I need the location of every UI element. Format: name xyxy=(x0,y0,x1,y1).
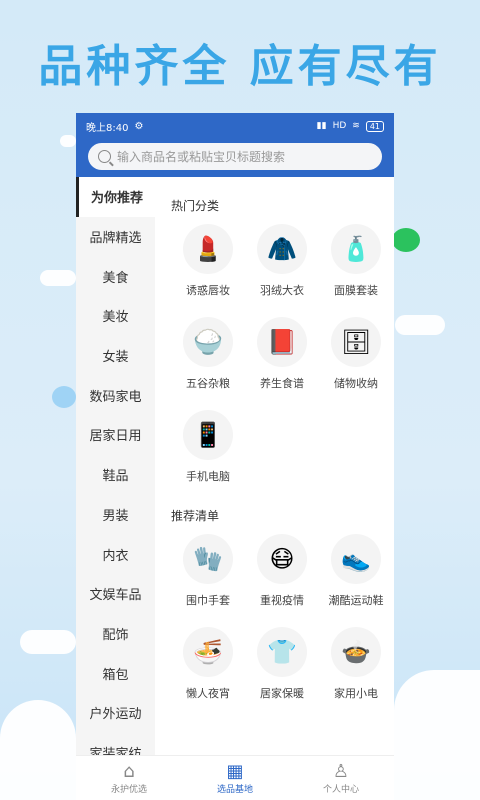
sidebar-item[interactable]: 品牌精选 xyxy=(76,217,155,257)
banner-title: 品种齐全 应有尽有 xyxy=(38,41,442,92)
category-cell[interactable]: 👟 潮酷运动鞋 xyxy=(319,534,393,617)
category-label: 手机电脑 xyxy=(186,470,230,483)
category-label: 羽绒大衣 xyxy=(260,284,304,297)
cloud-decoration xyxy=(40,270,76,286)
hot-section-title: 热门分类 xyxy=(171,199,220,213)
phone-screen: 晚上8:40 ⚙ ▮▮ HD ≋ 41 输入商品名或粘贴宝贝标题搜索 为你推荐品… xyxy=(76,113,394,800)
category-label: 懒人夜宵 xyxy=(186,687,230,700)
tab-grid[interactable]: ▦ 选品基地 xyxy=(182,756,288,800)
down-jacket-icon: 🧥 xyxy=(257,224,307,274)
sidebar-item[interactable]: 女装 xyxy=(76,336,155,376)
category-cell[interactable]: 🍲 家用小电 xyxy=(319,627,393,710)
category-label: 储物收纳 xyxy=(334,377,378,390)
recommend-section-title: 推荐清单 xyxy=(171,509,220,523)
tab-user[interactable]: ♙ 个人中心 xyxy=(288,756,394,800)
recipe-book-icon: 📕 xyxy=(257,317,307,367)
hot-category-grid: 💄 诱惑唇妆 🧥 羽绒大衣 🧴 面膜套装 🍚 五谷杂粮 📕 养生食谱 🗄 储物收纳 📱 手机电脑 xyxy=(171,224,394,493)
user-icon: ♙ xyxy=(332,760,350,782)
search-header: 输入商品名或粘贴宝贝标题搜索 xyxy=(76,139,394,177)
search-input[interactable]: 输入商品名或粘贴宝贝标题搜索 xyxy=(88,143,382,170)
grain-icon: 🍚 xyxy=(183,317,233,367)
category-cell[interactable]: 💄 诱惑唇妆 xyxy=(171,224,245,307)
tab-label: 个人中心 xyxy=(322,784,359,795)
home-icon: ⌂ xyxy=(123,760,135,782)
rice-cooker-icon: 🍲 xyxy=(331,627,381,677)
phone-icon: 📱 xyxy=(183,410,233,460)
search-icon xyxy=(98,150,111,163)
sidebar-item[interactable]: 男装 xyxy=(76,495,155,535)
scarf-gloves-icon: 🧤 xyxy=(183,534,233,584)
content-area: 为你推荐 品牌精选 美食 美妆 女装 数码家电 居家日用 鞋品 男装 内衣 文娱车品 配饰 箱包 户外运动… xyxy=(76,177,394,762)
tab-label: 选品基地 xyxy=(216,784,253,795)
category-label: 家用小电 xyxy=(334,687,378,700)
category-cell[interactable]: 🗄 储物收纳 xyxy=(319,317,393,400)
category-cell[interactable]: 🍚 五谷杂粮 xyxy=(171,317,245,400)
category-label: 居家保暖 xyxy=(260,687,304,700)
category-label: 潮酷运动鞋 xyxy=(328,594,384,607)
battery-indicator: 41 xyxy=(365,120,384,132)
cloud-decoration xyxy=(394,670,480,800)
sidebar-item[interactable]: 美妆 xyxy=(76,296,155,336)
signal-icon: ▮▮ xyxy=(316,121,327,131)
category-cell[interactable]: 📱 手机电脑 xyxy=(171,410,245,493)
category-cell[interactable]: 📕 养生食谱 xyxy=(245,317,319,400)
category-cell[interactable]: 👕 居家保暖 xyxy=(245,627,319,710)
green-dot-decoration xyxy=(392,228,420,252)
category-cell[interactable]: 😷 重视疫情 xyxy=(245,534,319,617)
bottom-tab-bar: ⌂ 永护优选 ▦ 选品基地 ♙ 个人中心 xyxy=(76,755,394,800)
sidebar-item[interactable]: 户外运动 xyxy=(76,693,155,733)
grid-icon: ▦ xyxy=(226,760,244,782)
cloud-decoration xyxy=(20,630,76,654)
sidebar-item[interactable]: 美食 xyxy=(76,256,155,296)
wifi-icon: ≋ xyxy=(352,121,360,131)
category-label: 面膜套装 xyxy=(334,284,378,297)
cloud-decoration xyxy=(60,135,76,147)
category-cell[interactable]: 🧤 围巾手套 xyxy=(171,534,245,617)
status-bar: 晚上8:40 ⚙ ▮▮ HD ≋ 41 xyxy=(76,113,394,139)
medical-mask-icon: 😷 xyxy=(257,534,307,584)
status-time: 晚上8:40 xyxy=(86,122,129,134)
signal-label: HD xyxy=(332,121,347,131)
blue-dot-decoration xyxy=(52,386,76,408)
sidebar-item[interactable]: 数码家电 xyxy=(76,375,155,415)
sidebar-item[interactable]: 文娱车品 xyxy=(76,574,155,614)
sneaker-icon: 👟 xyxy=(331,534,381,584)
category-sidebar: 为你推荐 品牌精选 美食 美妆 女装 数码家电 居家日用 鞋品 男装 内衣 文娱车品 配饰 箱包 户外运动… xyxy=(76,177,155,762)
storage-drawer-icon: 🗄 xyxy=(331,317,381,367)
tab-label: 永护优选 xyxy=(110,784,147,795)
sidebar-item[interactable]: 内衣 xyxy=(76,534,155,574)
category-label: 重视疫情 xyxy=(260,594,304,607)
category-cell[interactable]: 🧥 羽绒大衣 xyxy=(245,224,319,307)
sidebar-item[interactable]: 配饰 xyxy=(76,614,155,654)
face-mask-icon: 🧴 xyxy=(331,224,381,274)
category-label: 五谷杂粮 xyxy=(186,377,230,390)
snack-icon: 🍜 xyxy=(183,627,233,677)
category-cell[interactable]: 🧴 面膜套装 xyxy=(319,224,393,307)
lipstick-icon: 💄 xyxy=(183,224,233,274)
category-label: 诱惑唇妆 xyxy=(186,284,230,297)
sidebar-item[interactable]: 居家日用 xyxy=(76,415,155,455)
category-label: 围巾手套 xyxy=(186,594,230,607)
search-placeholder: 输入商品名或粘贴宝贝标题搜索 xyxy=(117,150,286,164)
category-main: 热门分类 💄 诱惑唇妆 🧥 羽绒大衣 🧴 面膜套装 🍚 五谷杂粮 📕 养生食谱 🗄 储物收纳 📱 手机电脑… xyxy=(155,177,394,757)
settings-icon: ⚙ xyxy=(134,120,144,132)
sidebar-item[interactable]: 为你推荐 xyxy=(76,177,155,217)
pajamas-icon: 👕 xyxy=(257,627,307,677)
category-label: 养生食谱 xyxy=(260,377,304,390)
cloud-decoration xyxy=(0,700,76,800)
sidebar-item[interactable]: 鞋品 xyxy=(76,455,155,495)
cloud-decoration xyxy=(395,315,445,335)
tab-home[interactable]: ⌂ 永护优选 xyxy=(76,756,182,800)
category-cell[interactable]: 🍜 懒人夜宵 xyxy=(171,627,245,710)
sidebar-item[interactable]: 箱包 xyxy=(76,653,155,693)
recommend-grid: 🧤 围巾手套 😷 重视疫情 👟 潮酷运动鞋 🍜 懒人夜宵 👕 居家保暖 🍲 家用小电 xyxy=(171,534,394,710)
